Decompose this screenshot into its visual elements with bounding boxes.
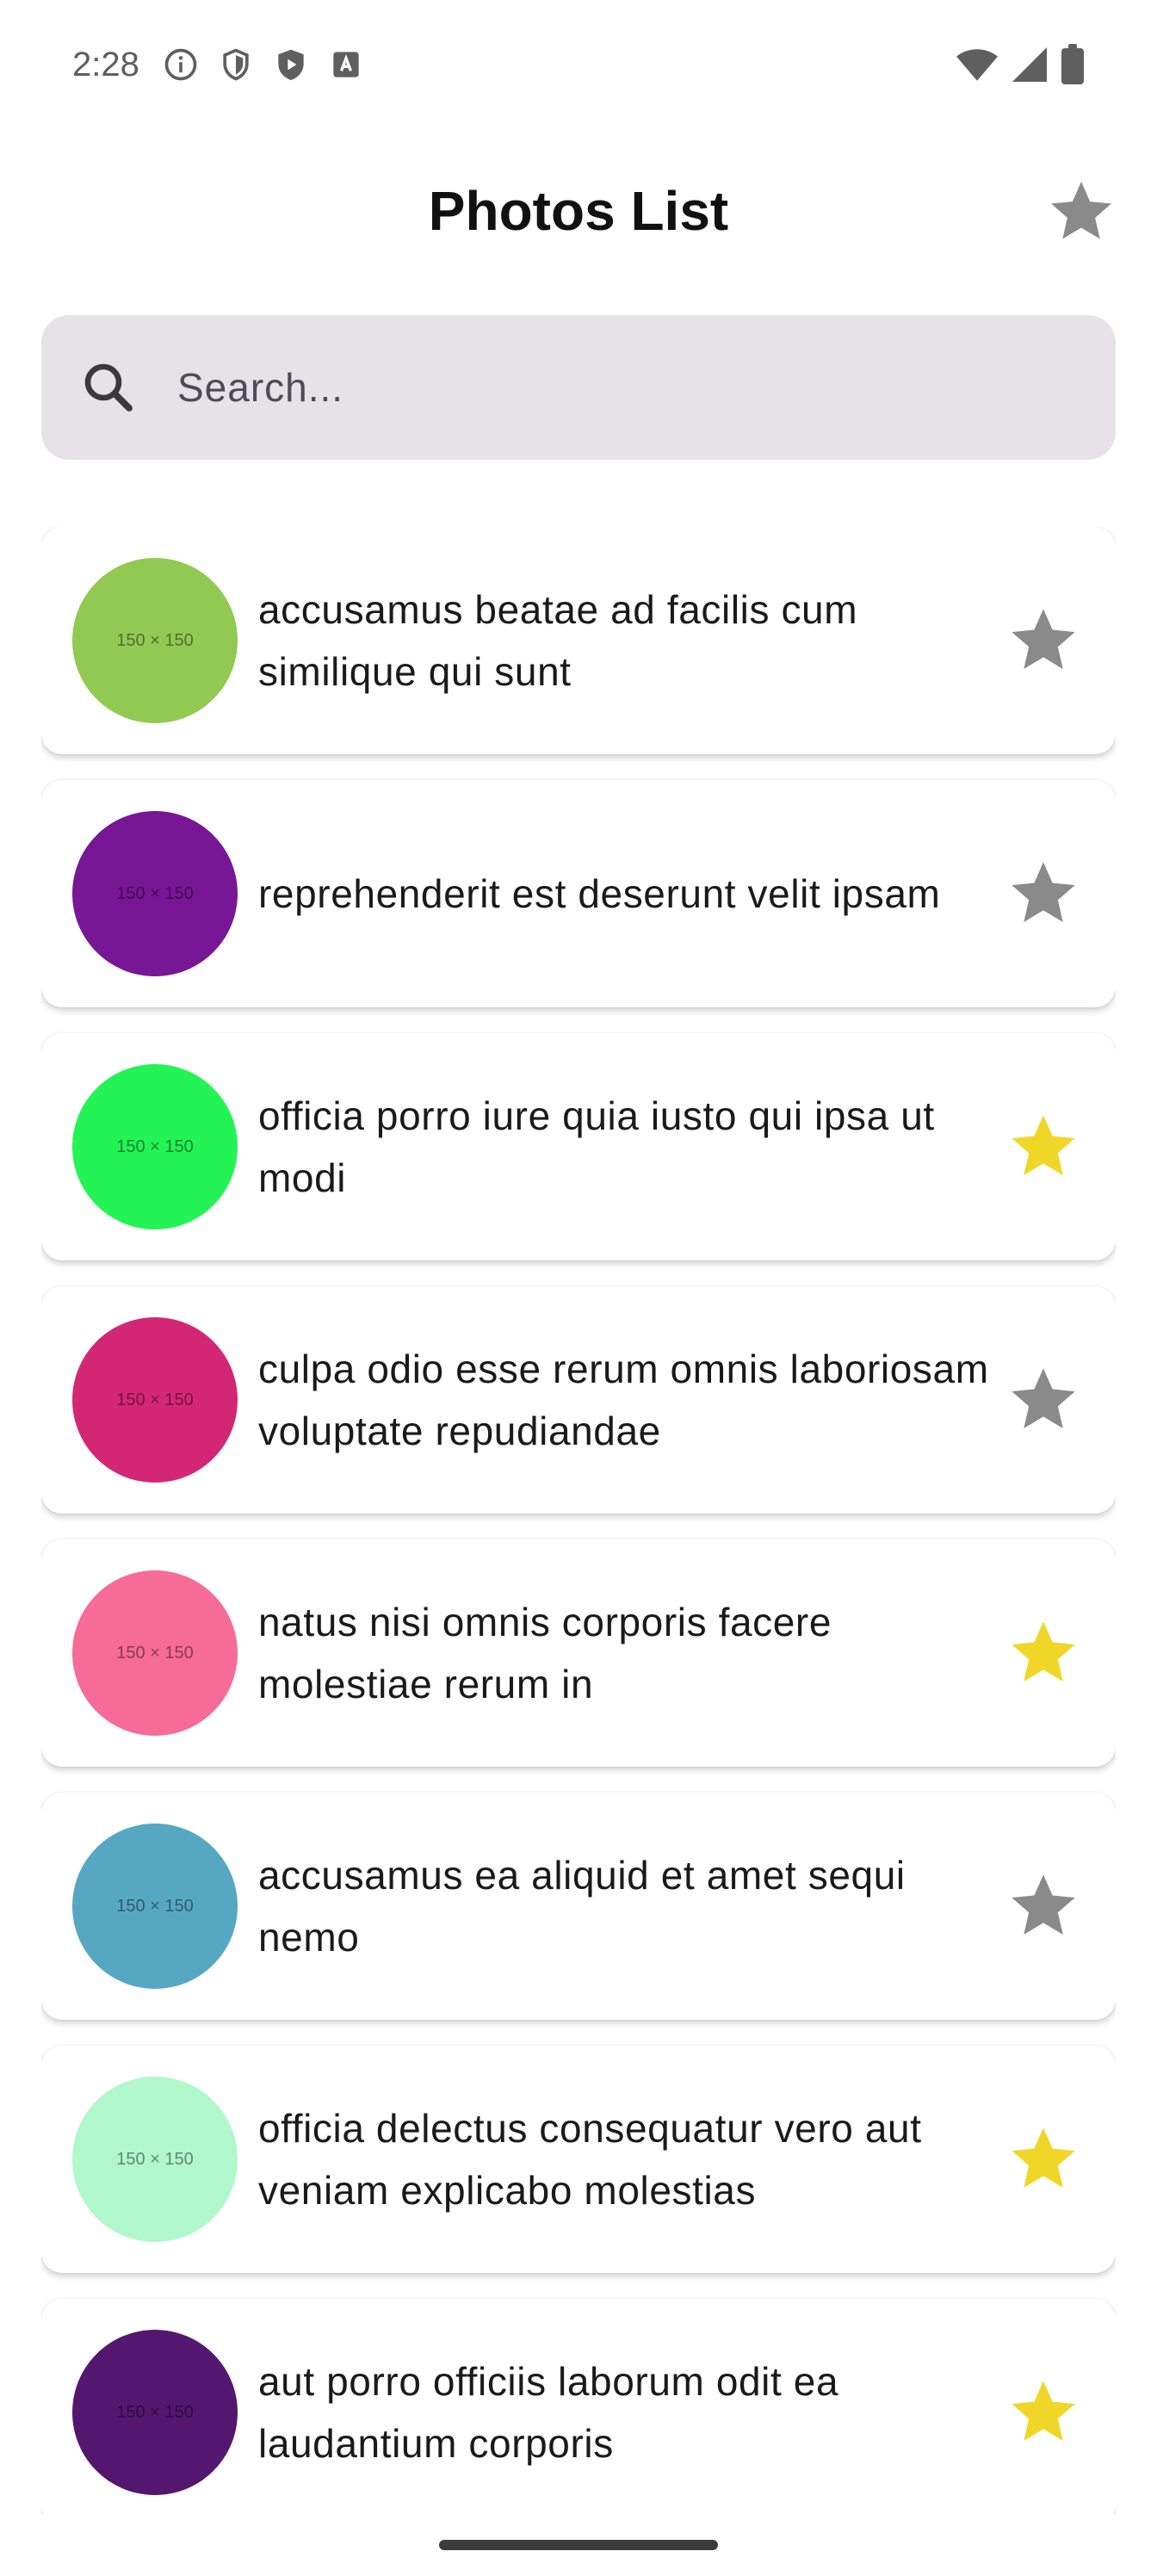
photo-thumbnail: 150 × 150	[72, 2330, 238, 2495]
photo-title: natus nisi omnis corporis facere molesti…	[258, 1600, 832, 1706]
star-icon	[1012, 1368, 1075, 1428]
screen: 2:28 Photos List Search... 150 × 150 acc…	[0, 0, 1157, 2576]
photo-list-item[interactable]: 150 × 150 culpa odio esse rerum omnis lab…	[41, 1286, 1116, 1514]
star-icon	[1051, 182, 1111, 239]
thumbnail-size-label: 150 × 150	[116, 1136, 194, 1156]
favorite-toggle-button[interactable]	[1002, 1359, 1085, 1441]
star-icon	[1012, 1115, 1075, 1175]
search-input[interactable]	[176, 315, 1116, 460]
star-icon	[1012, 1874, 1075, 1935]
gesture-navigation-handle[interactable]	[439, 2540, 718, 2550]
signal-icon	[1012, 47, 1047, 82]
favorite-toggle-button[interactable]	[1002, 599, 1085, 682]
thumbnail-size-label: 150 × 150	[116, 2149, 194, 2169]
thumbnail-size-label: 150 × 150	[116, 630, 194, 650]
photo-list-item[interactable]: 150 × 150 accusamus ea aliquid et amet se…	[41, 1793, 1116, 2020]
photo-list-item[interactable]: 150 × 150 reprehenderit est deserunt veli…	[41, 780, 1116, 1007]
photo-title: officia porro iure quia iusto qui ipsa u…	[258, 1093, 935, 1200]
photo-list-item[interactable]: 150 × 150 officia delectus consequatur ve…	[41, 2046, 1116, 2273]
favorite-toggle-button[interactable]	[1002, 1612, 1085, 1694]
favorite-toggle-button[interactable]	[1002, 1865, 1085, 1947]
status-time: 2:28	[72, 45, 139, 84]
photo-title: accusamus ea aliquid et amet sequi nemo	[258, 1853, 906, 1960]
photo-list-item[interactable]: 150 × 150 aut porro officiis laborum odit…	[41, 2299, 1116, 2514]
photo-list-item[interactable]: 150 × 150 officia porro iure quia iusto q…	[41, 1033, 1116, 1260]
page-title: Photos List	[428, 180, 729, 242]
photo-list-item[interactable]: 150 × 150 natus nisi omnis corporis facer…	[41, 1539, 1116, 1767]
battery-icon	[1061, 44, 1084, 84]
photo-thumbnail: 150 × 150	[72, 811, 238, 976]
photo-thumbnail: 150 × 150	[72, 558, 238, 723]
star-icon	[1012, 2127, 1075, 2188]
favorite-toggle-button[interactable]	[1002, 852, 1085, 935]
play-protect-icon	[278, 49, 304, 80]
photo-list-item[interactable]: 150 × 150 accusamus beatae ad facilis cum…	[41, 527, 1116, 754]
favorite-toggle-button[interactable]	[1002, 2371, 1085, 2454]
photo-title: reprehenderit est deserunt velit ipsam	[258, 871, 941, 916]
photo-title: culpa odio esse rerum omnis laboriosam v…	[258, 1347, 989, 1453]
status-left: 2:28	[72, 46, 365, 84]
thumbnail-size-label: 150 × 150	[116, 2402, 194, 2422]
photo-list: 150 × 150 accusamus beatae ad facilis cum…	[41, 527, 1116, 2514]
photo-thumbnail: 150 × 150	[72, 1570, 238, 1736]
app-bar: Photos List	[0, 155, 1157, 267]
photo-thumbnail: 150 × 150	[72, 1064, 238, 1229]
photo-thumbnail: 150 × 150	[72, 2077, 238, 2242]
status-bar: 2:28	[0, 0, 1157, 129]
thumbnail-size-label: 150 × 150	[116, 1643, 194, 1663]
favorites-filter-button[interactable]	[1040, 170, 1123, 253]
photo-thumbnail: 150 × 150	[72, 1317, 238, 1483]
photo-title: accusamus beatae ad facilis cum similiqu…	[258, 587, 858, 694]
star-icon	[1012, 862, 1075, 922]
status-right	[956, 44, 1085, 85]
photo-title: officia delectus consequatur vero aut ve…	[258, 2106, 922, 2213]
star-icon	[1012, 2381, 1075, 2441]
info-icon	[164, 48, 197, 81]
shield-icon	[223, 48, 249, 81]
keyboard-a-icon	[333, 52, 359, 77]
thumbnail-size-label: 150 × 150	[116, 883, 194, 903]
search-bar[interactable]	[41, 315, 1116, 460]
favorite-toggle-button[interactable]	[1002, 2118, 1085, 2201]
wifi-icon	[956, 49, 998, 81]
favorite-toggle-button[interactable]	[1002, 1105, 1085, 1188]
star-icon	[1012, 609, 1075, 669]
photo-thumbnail: 150 × 150	[72, 1824, 238, 1989]
star-icon	[1012, 1621, 1075, 1681]
thumbnail-size-label: 150 × 150	[116, 1390, 194, 1409]
thumbnail-size-label: 150 × 150	[116, 1896, 194, 1916]
search-icon	[84, 363, 133, 412]
photo-title: aut porro officiis laborum odit ea lauda…	[258, 2359, 839, 2466]
